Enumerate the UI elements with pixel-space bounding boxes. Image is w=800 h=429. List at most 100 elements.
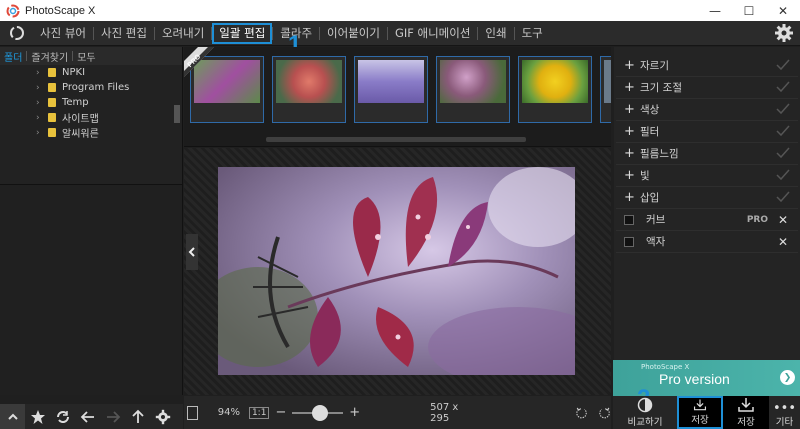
tool-label: 액자: [646, 236, 666, 248]
tab-favorites[interactable]: 즐겨찾기: [27, 49, 72, 64]
tool-row[interactable]: + 필름느낌: [616, 143, 798, 165]
download-icon: [738, 398, 754, 412]
folder-tabs: 폴더 즐겨찾기 모두: [0, 47, 182, 65]
tool-row[interactable]: + 필터: [616, 121, 798, 143]
thumbnail[interactable]: [354, 56, 428, 123]
collapse-left-button[interactable]: [186, 234, 198, 270]
fit-view-icon[interactable]: [187, 405, 198, 420]
folder-icon: [48, 113, 56, 122]
chevron-up-icon: [7, 413, 18, 420]
collapse-up-button[interactable]: [0, 404, 25, 429]
left-toolbar: [0, 404, 183, 429]
checkmark-icon: [776, 59, 790, 71]
remove-icon[interactable]: ✕: [778, 213, 788, 227]
folder-settings-button[interactable]: [150, 404, 175, 429]
thumbnail[interactable]: [272, 56, 346, 123]
folder-tree: › NPKI › Program Files › Temp › 사이트맵 › 알씨워른: [0, 65, 182, 185]
pro-badge: PRO: [746, 214, 768, 225]
checkbox[interactable]: [624, 214, 634, 225]
menu-batch[interactable]: 일괄 편집: [212, 22, 273, 44]
menu-viewer[interactable]: 사진 뷰어: [33, 21, 93, 46]
zoom-in-button[interactable]: +: [349, 405, 360, 420]
plus-icon: +: [624, 190, 635, 205]
checkmark-icon: [776, 147, 790, 159]
plus-icon: +: [624, 58, 635, 73]
gear-icon: [155, 409, 170, 424]
image-canvas: [184, 148, 611, 395]
maximize-button[interactable]: ☐: [732, 0, 766, 21]
tool-row[interactable]: + 빛: [616, 165, 798, 187]
home-button[interactable]: [0, 21, 33, 46]
tab-all[interactable]: 모두: [73, 49, 99, 64]
checkmark-icon: [776, 191, 790, 203]
tree-item[interactable]: › NPKI: [0, 65, 182, 80]
thumbnail[interactable]: [518, 56, 592, 123]
forward-button[interactable]: [100, 404, 125, 429]
chevron-right-icon: ❯: [780, 370, 795, 385]
star-icon: [30, 409, 45, 424]
zoom-slider[interactable]: [292, 404, 344, 421]
rotate-left-icon[interactable]: [575, 404, 588, 422]
checkmark-icon: [776, 81, 790, 93]
favorite-button[interactable]: [25, 404, 50, 429]
thumbnail-strip: PRO: [184, 47, 611, 147]
remove-icon[interactable]: ✕: [778, 235, 788, 249]
tool-row[interactable]: 액자 ✕: [616, 231, 798, 253]
tree-item[interactable]: › Program Files: [0, 80, 182, 95]
arrow-right-icon: [106, 410, 120, 423]
menu-cut-out[interactable]: 오려내기: [155, 21, 211, 46]
plus-icon: +: [624, 102, 635, 117]
chevron-right-icon: ›: [36, 112, 40, 123]
tool-row[interactable]: + 크기 조절: [616, 77, 798, 99]
batch-tools-panel: + 자르기 + 크기 조절 + 색상 + 필터 + 필름느낌 + 빛 + 삽입 커브 PRO ✕ 액자 ✕: [614, 47, 800, 360]
checkbox[interactable]: [624, 236, 634, 247]
tool-row[interactable]: + 색상: [616, 99, 798, 121]
folder-icon: [48, 83, 56, 92]
tab-folder[interactable]: 폴더: [0, 49, 26, 64]
tool-row[interactable]: 커브 PRO ✕: [616, 209, 798, 231]
checkmark-icon: [776, 169, 790, 181]
more-dots-icon: •••: [772, 401, 796, 416]
close-button[interactable]: ✕: [766, 0, 800, 21]
menu-combine[interactable]: 이어붙이기: [320, 21, 387, 46]
back-button[interactable]: [75, 404, 100, 429]
tree-item[interactable]: › 사이트맵: [0, 110, 182, 126]
plus-icon: +: [624, 168, 635, 183]
main-menu: 사진 뷰어 사진 편집 오려내기 일괄 편집 콜라주 이어붙이기 GIF 애니메…: [0, 21, 800, 46]
thumbnail-scrollbar[interactable]: [266, 137, 526, 142]
tool-label: 필름느낌: [640, 148, 679, 160]
settings-gear-icon[interactable]: [774, 23, 794, 43]
chevron-right-icon: ›: [36, 82, 40, 93]
zoom-slider-knob[interactable]: [312, 404, 329, 421]
plus-icon: +: [624, 80, 635, 95]
save-as-button[interactable]: 저장: [677, 396, 723, 429]
action-toolbar: 비교하기 저장 저장 ••• 기타: [613, 396, 800, 429]
zoom-out-button[interactable]: −: [275, 405, 286, 420]
actual-size-button[interactable]: 1:1: [248, 406, 270, 419]
save-button[interactable]: 저장: [723, 396, 769, 429]
tool-row[interactable]: + 자르기: [616, 55, 798, 77]
chevron-right-icon: ›: [36, 67, 40, 78]
thumbnail[interactable]: [600, 56, 611, 123]
menu-tools[interactable]: 도구: [515, 21, 550, 46]
chevron-left-icon: [188, 247, 195, 257]
menu-print[interactable]: 인쇄: [478, 21, 513, 46]
download-icon: [693, 399, 707, 411]
minimize-button[interactable]: —: [698, 0, 732, 21]
thumbnail[interactable]: [436, 56, 510, 123]
tool-row[interactable]: + 삽입: [616, 187, 798, 209]
image-size: 507 x 295: [430, 401, 459, 424]
refresh-button[interactable]: [50, 404, 75, 429]
rotate-right-icon[interactable]: [598, 404, 611, 422]
menu-gif[interactable]: GIF 애니메이션: [388, 21, 477, 46]
window-titlebar: PhotoScape X — ☐ ✕: [0, 0, 800, 21]
menu-editor[interactable]: 사진 편집: [94, 21, 154, 46]
refresh-icon: [56, 410, 69, 423]
tree-item[interactable]: › Temp: [0, 95, 182, 110]
tool-label: 크기 조절: [640, 82, 682, 94]
more-button[interactable]: ••• 기타: [769, 396, 800, 429]
tree-scrollbar[interactable]: [174, 105, 180, 123]
up-folder-button[interactable]: [125, 404, 150, 429]
tree-item[interactable]: › 알씨워른: [0, 125, 182, 141]
compare-button[interactable]: 비교하기: [613, 396, 677, 429]
